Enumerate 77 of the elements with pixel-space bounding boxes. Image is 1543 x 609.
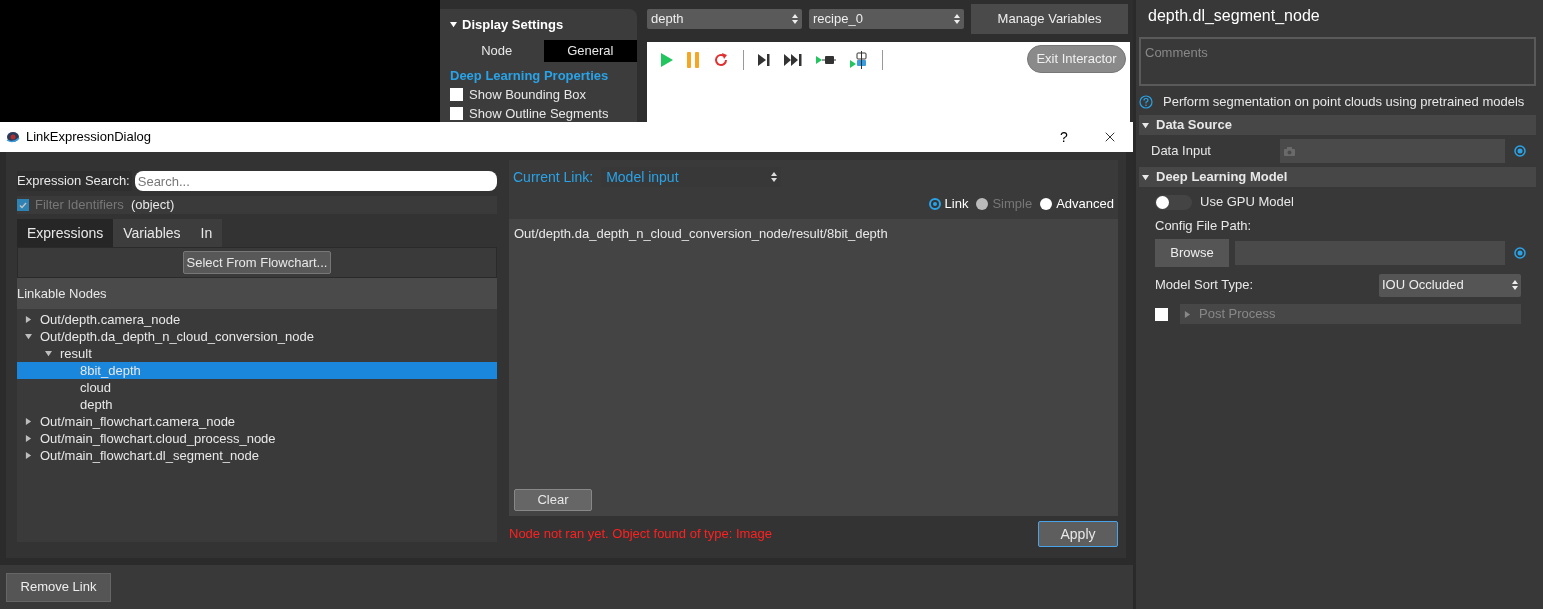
spinner-arrows-icon xyxy=(792,14,798,24)
spinner-arrows-icon xyxy=(1512,280,1518,290)
toggle-label: Use GPU Model xyxy=(1200,193,1294,212)
fast-forward-icon[interactable] xyxy=(784,54,802,66)
apply-button[interactable]: Apply xyxy=(1038,521,1118,547)
collapse-arrow-icon[interactable] xyxy=(1142,121,1149,129)
section-header[interactable]: Data Source xyxy=(1139,115,1536,135)
panel-title: Display Settings xyxy=(462,16,564,34)
pane-tab[interactable]: In xyxy=(190,219,223,247)
select-from-flowchart-button[interactable]: Select From Flowchart... xyxy=(182,251,332,274)
node-description: Perform segmentation on point clouds using pretrained models xyxy=(1163,93,1525,112)
collapse-arrow-icon[interactable] xyxy=(450,21,457,29)
tree-item[interactable]: Out/main_flowchart.dl_segment_node xyxy=(17,447,497,464)
status-message: Node not ran yet. Object found of type: Image xyxy=(509,525,773,544)
settings-tab[interactable]: General xyxy=(543,39,637,62)
tree-item[interactable]: Out/main_flowchart.camera_node xyxy=(17,413,497,430)
pane-tab[interactable]: Expressions xyxy=(17,219,114,247)
current-link-label: Current Link: xyxy=(513,167,594,187)
expand-arrow-icon[interactable] xyxy=(25,333,32,340)
link-target-icon[interactable] xyxy=(1514,145,1526,157)
expression-text[interactable]: Out/depth.da_depth_n_cloud_conversion_node/result/8bit_depth xyxy=(514,224,1113,244)
filter-label: Filter Identifiers xyxy=(35,196,124,215)
field-label: Data Input xyxy=(1151,142,1212,161)
step-icon[interactable] xyxy=(758,54,770,66)
manage-variables-button[interactable]: Manage Variables xyxy=(971,4,1128,34)
browse-button[interactable]: Browse xyxy=(1155,239,1229,267)
checkbox[interactable] xyxy=(450,88,463,101)
checkmark-icon xyxy=(19,201,27,209)
mode-radio[interactable]: Advanced xyxy=(1040,194,1114,214)
help-button[interactable]: ? xyxy=(1041,122,1087,152)
comments-field[interactable]: Comments xyxy=(1139,37,1536,86)
checkbox-label: Show Outline Segments xyxy=(469,104,609,122)
expand-arrow-icon[interactable] xyxy=(25,435,32,442)
tree-item[interactable]: Out/main_flowchart.cloud_process_node xyxy=(17,430,497,447)
help-icon xyxy=(1139,95,1153,109)
tree-item[interactable]: Out/depth.da_depth_n_cloud_conversion_node xyxy=(17,328,497,345)
run-to-node-icon[interactable] xyxy=(816,54,836,66)
search-label: Expression Search: xyxy=(17,171,132,191)
expand-arrow-icon[interactable] xyxy=(25,418,32,425)
expand-arrow-icon[interactable] xyxy=(25,316,32,323)
gpu-toggle[interactable] xyxy=(1155,194,1192,210)
checkbox-label: Show Bounding Box xyxy=(469,85,587,104)
collapse-arrow-icon[interactable] xyxy=(1142,173,1149,181)
pane-tab[interactable]: Variables xyxy=(113,219,191,247)
spinner-arrows-icon xyxy=(771,172,778,182)
expand-arrow-icon[interactable] xyxy=(45,350,52,357)
camera-icon xyxy=(1284,146,1295,156)
section-heading: Deep Learning Properties xyxy=(450,66,610,85)
window-title: LinkExpressionDialog xyxy=(26,128,152,147)
tree-item[interactable]: result xyxy=(17,345,497,362)
expand-arrow-icon[interactable] xyxy=(1184,310,1191,318)
checkbox[interactable] xyxy=(1155,307,1168,321)
expand-arrow-icon[interactable] xyxy=(25,452,32,459)
tree-item[interactable]: depth xyxy=(17,396,497,413)
node-title: depth.dl_segment_node xyxy=(1148,6,1320,26)
mode-radio[interactable]: Link xyxy=(928,194,969,214)
remove-link-button[interactable]: Remove Link xyxy=(6,572,111,602)
checkbox[interactable] xyxy=(450,107,463,120)
clear-button[interactable]: Clear xyxy=(514,489,592,511)
settings-tab[interactable]: Node xyxy=(450,39,544,62)
section-header[interactable]: Deep Learning Model xyxy=(1139,167,1536,187)
tree-header: Linkable Nodes xyxy=(17,284,107,303)
sort-type-dropdown[interactable]: IOU Occluded xyxy=(1379,273,1521,297)
variable-dropdown[interactable]: recipe_0 xyxy=(809,9,964,29)
field-label: Model Sort Type: xyxy=(1155,276,1255,295)
link-target-icon[interactable] xyxy=(1514,247,1526,259)
spinner-arrows-icon xyxy=(954,14,960,24)
search-field[interactable]: Search... xyxy=(134,171,497,191)
data-input-field[interactable] xyxy=(1280,139,1505,163)
run-node-icon[interactable] xyxy=(850,51,868,69)
tree-item[interactable]: Out/depth.camera_node xyxy=(17,311,497,328)
variable-dropdown[interactable]: depth xyxy=(647,9,802,29)
tree-item[interactable]: cloud xyxy=(17,379,497,396)
field-label: Config File Path: xyxy=(1155,217,1252,236)
refresh-icon[interactable] xyxy=(713,52,729,68)
filter-type: (object) xyxy=(130,196,175,215)
app-logo-icon xyxy=(6,130,20,144)
